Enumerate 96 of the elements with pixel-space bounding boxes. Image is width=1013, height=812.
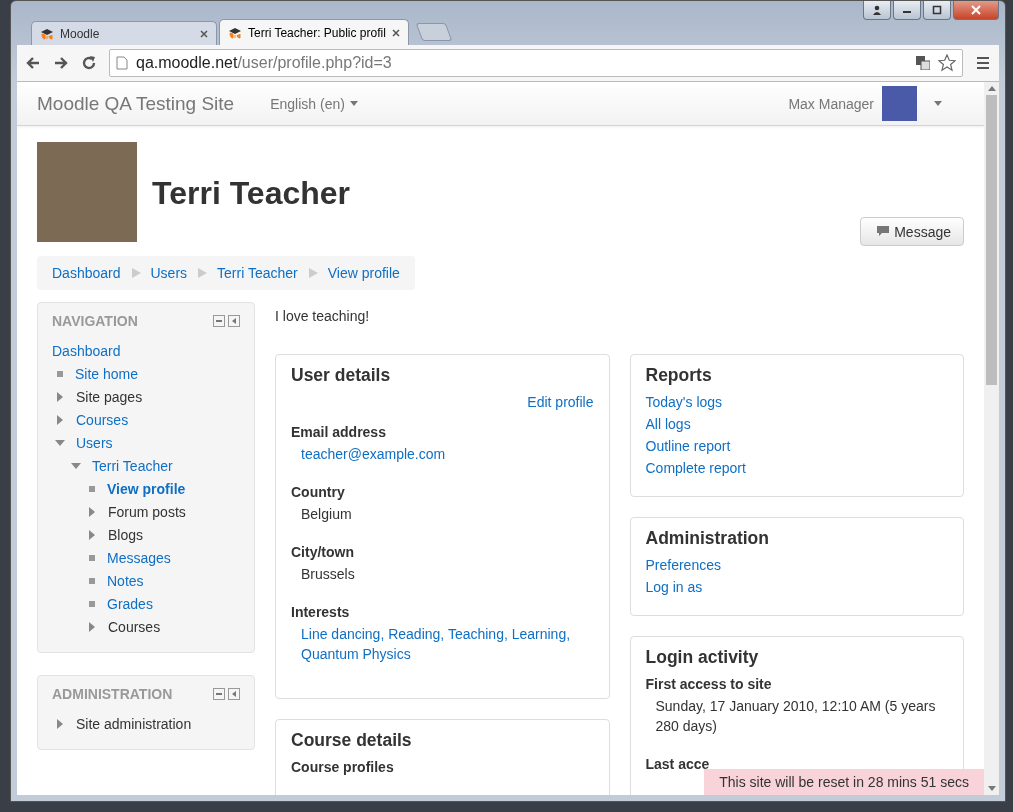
field-value: Belgium [301,506,352,522]
collapsed-triangle-icon[interactable] [55,718,65,729]
profile-name: Terri Teacher [152,175,350,212]
profile-description: I love teaching! [275,308,371,324]
nav-item[interactable]: View profile [107,480,186,497]
field-label: First access to site [645,676,773,692]
field-value: Sunday, 17 January 2010, 12:10 AM (5 years 280 days) [654,697,937,736]
administration-link[interactable]: Preferences [645,557,721,573]
card-title: Reports [645,365,713,386]
report-link[interactable]: Complete report [645,460,746,476]
field-label: Last acce [645,756,711,772]
page-icon [116,56,128,70]
collapsed-triangle-icon[interactable] [55,414,65,425]
edit-profile-link[interactable]: Edit profile [527,394,594,410]
address-bar[interactable]: qa.moodle.net/user/profile.php?id=3 [109,49,963,77]
separator-icon [197,268,208,278]
expanded-triangle-icon[interactable] [55,437,65,448]
expanded-triangle-icon[interactable] [71,460,81,471]
breadcrumb-link[interactable]: Users [150,265,188,281]
field-link[interactable]: Quantum Physics [301,646,411,662]
user-menu-name[interactable]: Max Manager [788,95,874,112]
breadcrumb-link[interactable]: View profile [327,265,400,281]
scrollbar[interactable] [984,82,999,795]
bullet-icon [89,554,95,561]
close-icon[interactable] [200,29,208,38]
administration-link[interactable]: Log in as [645,579,703,595]
user-icon[interactable] [863,1,891,20]
field-link[interactable]: teacher@example.com [301,446,446,462]
nav-item[interactable]: Courses [108,618,161,635]
site-name-link[interactable]: Moodle QA Testing Site [37,92,235,115]
graduation-cap-icon [228,26,242,39]
bullet-icon [89,600,95,607]
menu-icon[interactable] [975,55,991,71]
separator-icon [130,268,141,278]
breadcrumb-link[interactable]: Dashboard [52,265,121,281]
speech-bubble-icon [877,226,890,237]
message-button[interactable]: Message [860,217,964,246]
forward-arrow-icon[interactable] [53,55,69,71]
field-link[interactable]: Learning, [511,626,571,642]
block-title: ADMINISTRATION [52,686,173,702]
browser-tab[interactable]: Moodle [31,21,217,45]
separator-icon [307,268,318,278]
maximize-icon[interactable] [923,1,951,20]
nav-item[interactable]: Site administration [76,715,192,732]
field-link[interactable]: Reading, [388,626,445,642]
field-label: City/town [291,544,355,560]
browser-tab[interactable]: Terri Teacher: Public profil [219,19,409,45]
dock-icon[interactable] [228,688,240,700]
nav-item[interactable]: Courses [76,411,129,428]
collapsed-triangle-icon[interactable] [87,529,97,540]
nav-item[interactable]: Users [76,434,113,451]
scroll-down-icon[interactable] [987,786,996,791]
collapsed-triangle-icon[interactable] [87,506,97,517]
card-title: Administration [645,528,770,549]
field-label: Email address [291,424,387,440]
reload-icon[interactable] [81,55,97,71]
report-link[interactable]: Outline report [645,438,731,454]
reset-notice: This site will be reset in 28 mins 51 secs [704,769,984,795]
dock-icon[interactable] [228,315,240,327]
bullet-icon [89,577,95,584]
caret-icon[interactable] [934,101,942,106]
field-link[interactable]: Line dancing, [301,626,385,642]
report-link[interactable]: Today's logs [645,394,723,410]
breadcrumb-link[interactable]: Terri Teacher [217,265,298,281]
caret-icon[interactable] [349,101,358,106]
nav-item[interactable]: Terri Teacher [92,457,173,474]
language-menu[interactable]: English (en) [270,95,345,112]
field-link[interactable]: Teaching, [447,626,508,642]
nav-item[interactable]: Blogs [108,526,144,543]
card-title: Course details [291,730,413,751]
bullet-icon [89,485,95,492]
star-icon[interactable] [938,54,956,72]
nav-item[interactable]: Site home [75,365,139,382]
card-title: User details [291,365,392,386]
card-title: Login activity [645,647,760,668]
collapsed-triangle-icon[interactable] [55,391,65,402]
scroll-up-icon[interactable] [987,86,996,91]
nav-item[interactable]: Dashboard [52,342,121,359]
collapsed-triangle-icon[interactable] [87,621,97,632]
nav-item[interactable]: Forum posts [108,503,186,520]
bullet-icon [57,370,63,377]
block-title: NAVIGATION [52,313,138,329]
close-icon[interactable] [953,1,999,20]
nav-item[interactable]: Notes [107,572,144,589]
minimize-icon[interactable] [893,1,921,20]
close-icon[interactable] [391,28,400,37]
nav-item[interactable]: Messages [107,549,171,566]
report-link[interactable]: All logs [645,416,691,432]
field-label: Country [291,484,346,500]
field-label: Course profiles [291,759,395,775]
field-value: Brussels [301,566,355,582]
graduation-cap-icon [40,27,54,40]
field-label: Interests [291,604,351,620]
nav-item[interactable]: Grades [107,595,153,612]
back-arrow-icon[interactable] [25,55,41,71]
nav-item[interactable]: Site pages [76,388,143,405]
